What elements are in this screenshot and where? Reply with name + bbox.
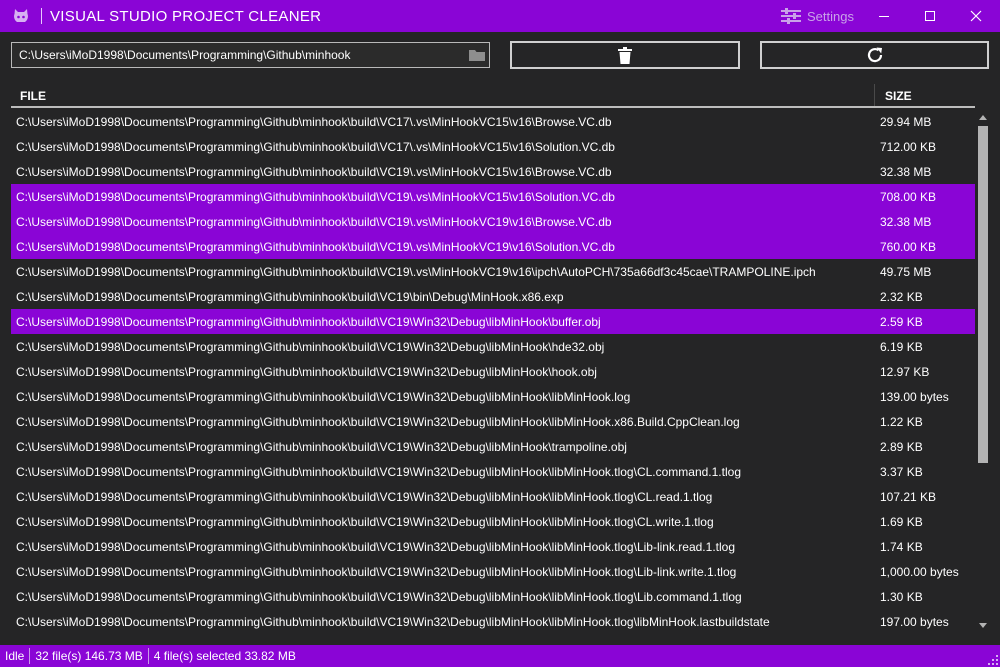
octocat-icon <box>14 9 28 22</box>
scroll-up-icon[interactable] <box>978 113 988 121</box>
file-path-cell: C:\Users\iMoD1998\Documents\Programming\… <box>16 115 612 129</box>
table-row[interactable]: C:\Users\iMoD1998\Documents\Programming\… <box>11 459 975 484</box>
table-row[interactable]: C:\Users\iMoD1998\Documents\Programming\… <box>11 409 975 434</box>
maximize-button[interactable] <box>907 0 953 32</box>
file-size-cell: 3.37 KB <box>880 465 923 479</box>
file-size-cell: 2.89 KB <box>880 440 923 454</box>
table-row[interactable]: C:\Users\iMoD1998\Documents\Programming\… <box>11 434 975 459</box>
file-size-cell: 712.00 KB <box>880 140 937 154</box>
file-size-cell: 2.32 KB <box>880 290 923 304</box>
file-size-cell: 32.38 MB <box>880 165 932 179</box>
table-row[interactable]: C:\Users\iMoD1998\Documents\Programming\… <box>11 184 975 209</box>
table-row[interactable]: C:\Users\iMoD1998\Documents\Programming\… <box>11 209 975 234</box>
table-row[interactable]: C:\Users\iMoD1998\Documents\Programming\… <box>11 109 975 134</box>
file-path-cell: C:\Users\iMoD1998\Documents\Programming\… <box>16 465 741 479</box>
file-path-cell: C:\Users\iMoD1998\Documents\Programming\… <box>16 565 737 579</box>
table-row[interactable]: C:\Users\iMoD1998\Documents\Programming\… <box>11 259 975 284</box>
file-path-cell: C:\Users\iMoD1998\Documents\Programming\… <box>16 165 612 179</box>
app-title: VISUAL STUDIO PROJECT CLEANER <box>50 8 322 25</box>
column-header-file[interactable]: FILE <box>20 89 46 103</box>
file-size-cell: 1.22 KB <box>880 415 923 429</box>
file-path-cell: C:\Users\iMoD1998\Documents\Programming\… <box>16 140 615 154</box>
file-list: C:\Users\iMoD1998\Documents\Programming\… <box>11 109 975 637</box>
file-size-cell: 708.00 KB <box>880 190 937 204</box>
file-size-cell: 139.00 bytes <box>880 390 949 404</box>
file-path-cell: C:\Users\iMoD1998\Documents\Programming\… <box>16 265 816 279</box>
table-row[interactable]: C:\Users\iMoD1998\Documents\Programming\… <box>11 159 975 184</box>
table-row[interactable]: C:\Users\iMoD1998\Documents\Programming\… <box>11 359 975 384</box>
path-value[interactable]: C:\Users\iMoD1998\Documents\Programming\… <box>19 48 350 62</box>
table-row[interactable]: C:\Users\iMoD1998\Documents\Programming\… <box>11 559 975 584</box>
file-path-cell: C:\Users\iMoD1998\Documents\Programming\… <box>16 290 564 304</box>
file-size-cell: 1,000.00 bytes <box>880 565 959 579</box>
file-path-cell: C:\Users\iMoD1998\Documents\Programming\… <box>16 340 605 354</box>
table-row[interactable]: C:\Users\iMoD1998\Documents\Programming\… <box>11 334 975 359</box>
file-size-cell: 2.59 KB <box>880 315 923 329</box>
file-size-cell: 1.74 KB <box>880 540 923 554</box>
file-path-cell: C:\Users\iMoD1998\Documents\Programming\… <box>16 440 627 454</box>
settings-label: Settings <box>807 8 854 24</box>
file-size-cell: 29.94 MB <box>880 115 932 129</box>
scroll-down-icon[interactable] <box>978 622 988 630</box>
file-size-cell: 107.21 KB <box>880 490 937 504</box>
file-path-cell: C:\Users\iMoD1998\Documents\Programming\… <box>16 315 601 329</box>
status-state: Idle <box>5 649 25 663</box>
resize-grip-icon[interactable] <box>988 655 998 665</box>
table-row[interactable]: C:\Users\iMoD1998\Documents\Programming\… <box>11 509 975 534</box>
file-path-cell: C:\Users\iMoD1998\Documents\Programming\… <box>16 540 735 554</box>
column-header-size[interactable]: SIZE <box>885 89 912 103</box>
table-row[interactable]: C:\Users\iMoD1998\Documents\Programming\… <box>11 309 975 334</box>
folder-icon[interactable] <box>468 47 486 63</box>
file-path-cell: C:\Users\iMoD1998\Documents\Programming\… <box>16 365 597 379</box>
file-path-cell: C:\Users\iMoD1998\Documents\Programming\… <box>16 240 615 254</box>
status-summary: 32 file(s) 146.73 MB <box>35 649 143 663</box>
file-path-cell: C:\Users\iMoD1998\Documents\Programming\… <box>16 215 612 229</box>
vertical-scrollbar[interactable] <box>976 109 990 637</box>
table-row[interactable]: C:\Users\iMoD1998\Documents\Programming\… <box>11 609 975 634</box>
minimize-icon <box>879 16 889 17</box>
title-bar[interactable]: VISUAL STUDIO PROJECT CLEANER Settings <box>0 0 1000 32</box>
file-path-cell: C:\Users\iMoD1998\Documents\Programming\… <box>16 190 615 204</box>
file-size-cell: 197.00 bytes <box>880 615 949 629</box>
table-row[interactable]: C:\Users\iMoD1998\Documents\Programming\… <box>11 134 975 159</box>
scroll-thumb[interactable] <box>978 126 988 463</box>
table-row[interactable]: C:\Users\iMoD1998\Documents\Programming\… <box>11 484 975 509</box>
table-row[interactable]: C:\Users\iMoD1998\Documents\Programming\… <box>11 284 975 309</box>
status-bar: Idle 32 file(s) 146.73 MB 4 file(s) sele… <box>0 645 1000 667</box>
delete-button[interactable] <box>510 41 740 69</box>
file-path-cell: C:\Users\iMoD1998\Documents\Programming\… <box>16 515 714 529</box>
sliders-icon <box>781 8 801 24</box>
status-selection: 4 file(s) selected 33.82 MB <box>153 649 296 663</box>
table-row[interactable]: C:\Users\iMoD1998\Documents\Programming\… <box>11 584 975 609</box>
file-size-cell: 760.00 KB <box>880 240 937 254</box>
file-path-cell: C:\Users\iMoD1998\Documents\Programming\… <box>16 590 742 604</box>
close-icon <box>970 10 982 22</box>
minimize-button[interactable] <box>861 0 907 32</box>
title-separator <box>41 8 42 24</box>
file-path-cell: C:\Users\iMoD1998\Documents\Programming\… <box>16 390 631 404</box>
refresh-button[interactable] <box>760 41 989 69</box>
table-row[interactable]: C:\Users\iMoD1998\Documents\Programming\… <box>11 384 975 409</box>
column-resize-handle[interactable] <box>874 84 875 106</box>
file-size-cell: 1.30 KB <box>880 590 923 604</box>
file-path-cell: C:\Users\iMoD1998\Documents\Programming\… <box>16 415 740 429</box>
table-row[interactable]: C:\Users\iMoD1998\Documents\Programming\… <box>11 234 975 259</box>
trash-icon <box>618 46 632 64</box>
close-button[interactable] <box>953 0 999 32</box>
settings-button[interactable]: Settings <box>780 5 854 27</box>
table-row[interactable]: C:\Users\iMoD1998\Documents\Programming\… <box>11 534 975 559</box>
file-size-cell: 32.38 MB <box>880 215 932 229</box>
file-size-cell: 6.19 KB <box>880 340 923 354</box>
refresh-icon <box>867 47 882 63</box>
file-size-cell: 49.75 MB <box>880 265 932 279</box>
file-size-cell: 12.97 KB <box>880 365 930 379</box>
path-field[interactable]: C:\Users\iMoD1998\Documents\Programming\… <box>11 42 490 68</box>
file-size-cell: 1.69 KB <box>880 515 923 529</box>
file-path-cell: C:\Users\iMoD1998\Documents\Programming\… <box>16 490 713 504</box>
maximize-icon <box>925 11 935 21</box>
file-path-cell: C:\Users\iMoD1998\Documents\Programming\… <box>16 615 770 629</box>
table-header: FILE SIZE <box>11 84 975 108</box>
